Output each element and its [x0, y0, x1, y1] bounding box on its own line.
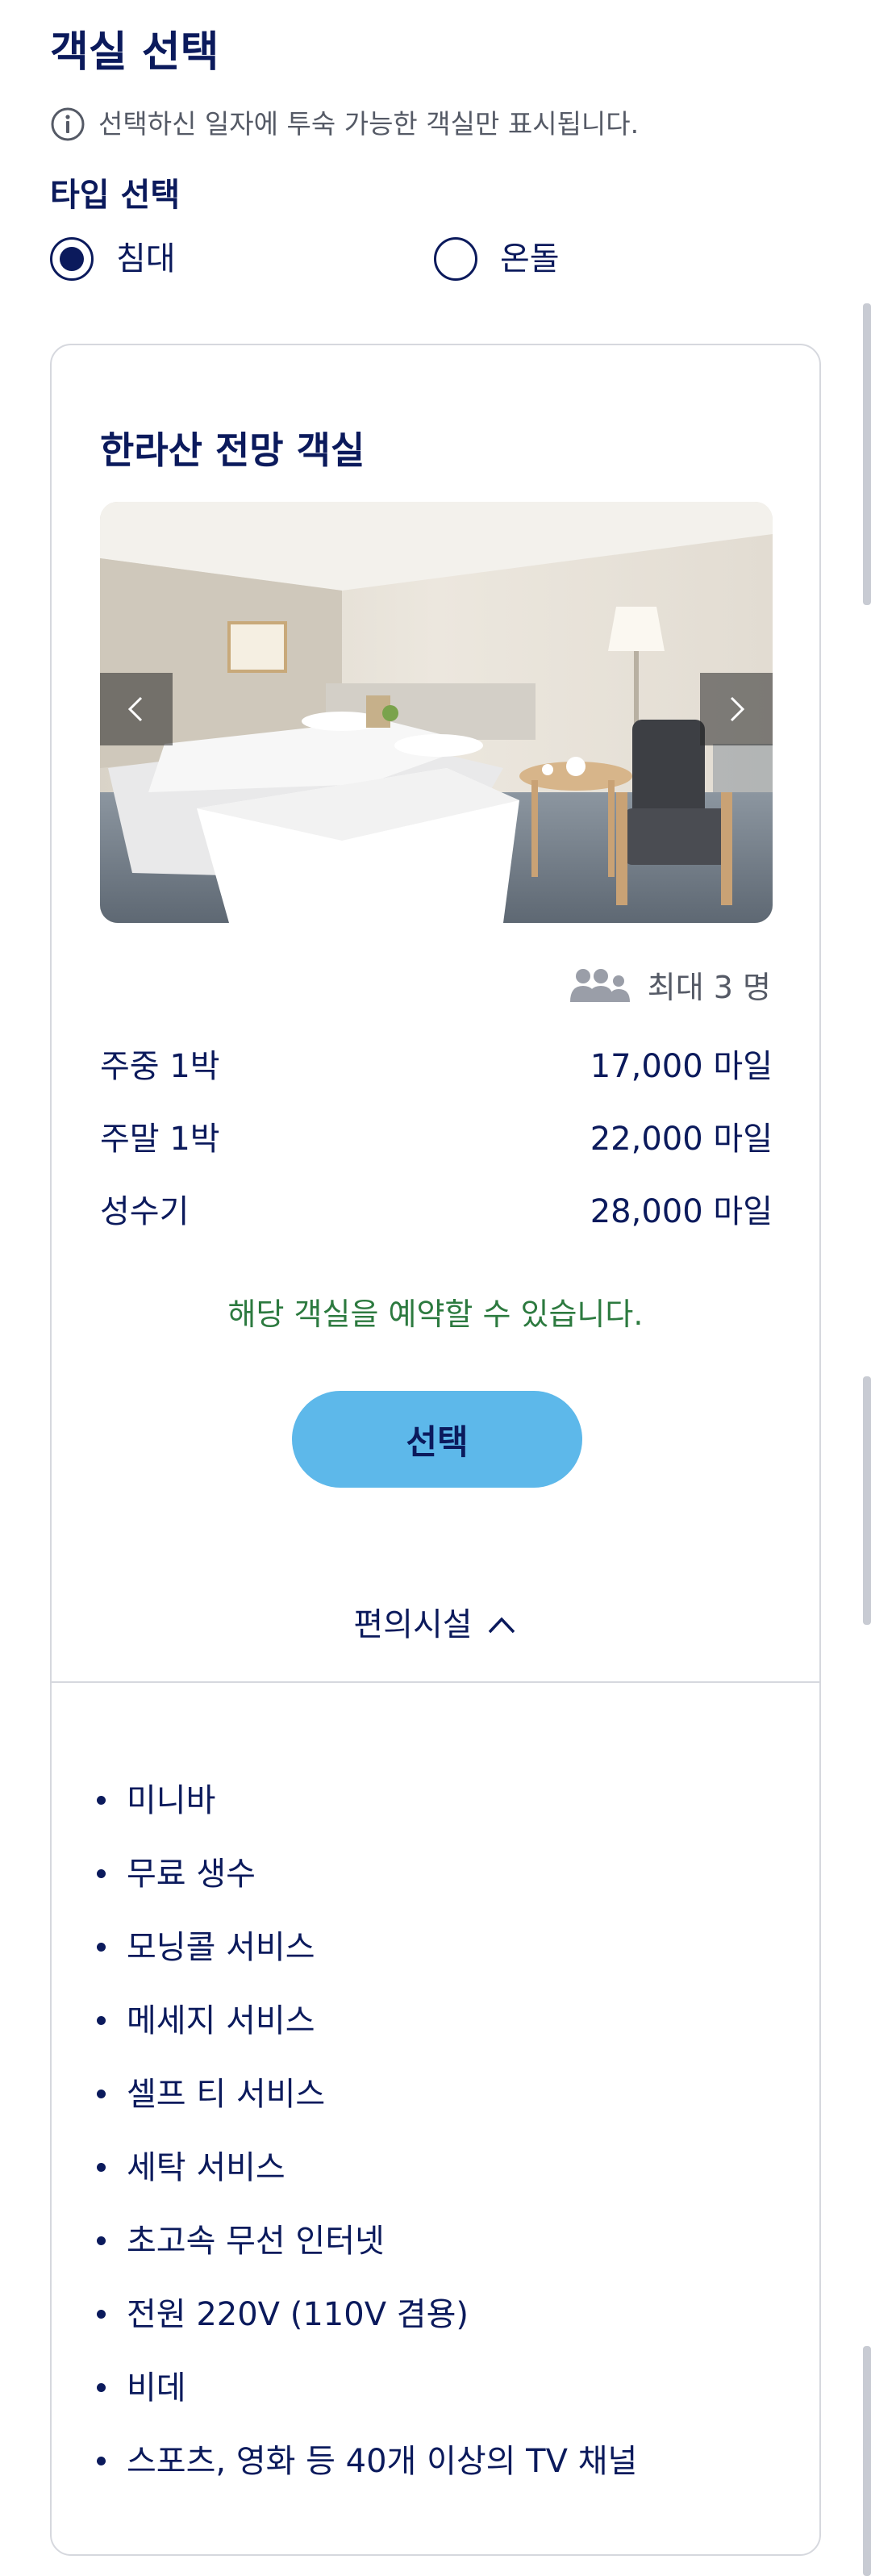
scrollbar-thumb-2[interactable] — [863, 1376, 871, 1625]
scrollbar-thumb-3[interactable] — [863, 2346, 871, 2576]
bullet — [97, 1943, 106, 1952]
capacity: 최대 3 명 — [569, 967, 771, 1008]
amenity-label: 미니바 — [127, 1781, 216, 1819]
price-row-weekday: 주중 1박 17,000 마일 — [100, 1046, 773, 1088]
price-label: 주말 1박 — [100, 1121, 220, 1158]
bullet — [97, 2383, 106, 2392]
chevron-right-icon — [730, 696, 745, 722]
radio-ondol[interactable]: 온돌 — [434, 237, 560, 281]
radio-bed-label: 침대 — [116, 240, 176, 278]
amenity-label: 모닝콜 서비스 — [127, 1928, 315, 1966]
bullet — [97, 2163, 106, 2172]
bullet — [97, 1796, 106, 1805]
list-item: 미니바 — [97, 1764, 637, 1837]
list-item: 메세지 서비스 — [97, 1984, 637, 2057]
bullet — [97, 1869, 106, 1878]
radio-bed-indicator[interactable] — [50, 237, 94, 281]
capacity-text: 최대 3 명 — [647, 970, 771, 1005]
chevron-left-icon — [127, 696, 143, 722]
price-row-weekend: 주말 1박 22,000 마일 — [100, 1118, 773, 1160]
amenity-label: 셀프 티 서비스 — [127, 2075, 326, 2113]
amenities-toggle[interactable]: 편의시설 — [52, 1604, 819, 1646]
select-button[interactable]: 선택 — [292, 1391, 582, 1488]
amenities-list: 미니바 무료 생수 모닝콜 서비스 메세지 서비스 셀프 티 서비스 세탁 서비… — [97, 1764, 637, 2498]
amenity-label: 비데 — [127, 2369, 186, 2407]
list-item: 모닝콜 서비스 — [97, 1910, 637, 1984]
people-icon — [569, 967, 633, 1008]
price-value: 17,000 마일 — [590, 1048, 773, 1085]
price-label: 주중 1박 — [100, 1048, 220, 1085]
room-title: 한라산 전망 객실 — [100, 428, 365, 472]
list-item: 전원 220V (110V 겸용) — [97, 2277, 637, 2351]
price-value: 22,000 마일 — [590, 1121, 773, 1158]
list-item: 스포츠, 영화 등 40개 이상의 TV 채널 — [97, 2424, 637, 2498]
page-title: 객실 선택 — [50, 28, 219, 77]
bullet — [97, 2457, 106, 2465]
amenities-toggle-label: 편의시설 — [353, 1606, 473, 1643]
price-label: 성수기 — [100, 1193, 190, 1230]
price-row-peak: 성수기 28,000 마일 — [100, 1191, 773, 1233]
list-item: 세탁 서비스 — [97, 2131, 637, 2204]
type-select-label: 타입 선택 — [50, 177, 181, 214]
notice: 선택하신 일자에 투숙 가능한 객실만 표시됩니다. — [50, 106, 639, 142]
radio-ondol-indicator[interactable] — [434, 237, 477, 281]
room-photo — [100, 502, 773, 923]
scrollbar-thumb-1[interactable] — [863, 303, 871, 605]
amenity-label: 초고속 무선 인터넷 — [127, 2222, 385, 2260]
price-value: 28,000 마일 — [590, 1193, 773, 1230]
chevron-up-icon — [488, 1617, 515, 1634]
radio-bed[interactable]: 침대 — [50, 237, 176, 281]
amenity-label: 메세지 서비스 — [127, 2002, 315, 2040]
list-item: 비데 — [97, 2351, 637, 2424]
photo-next-button[interactable] — [700, 673, 773, 745]
availability-message: 해당 객실을 예약할 수 있습니다. — [227, 1296, 644, 1332]
list-item: 셀프 티 서비스 — [97, 2057, 637, 2131]
bullet — [97, 2236, 106, 2245]
bullet — [97, 2310, 106, 2319]
amenity-label: 전원 220V (110V 겸용) — [127, 2295, 469, 2333]
room-card: 한라산 전망 객실 최대 3 명 주중 1박 17,000 마일 주말 1박 2… — [50, 344, 821, 2556]
amenity-label: 스포츠, 영화 등 40개 이상의 TV 채널 — [127, 2442, 638, 2480]
list-item: 무료 생수 — [97, 1837, 637, 1910]
amenity-label: 무료 생수 — [127, 1855, 256, 1893]
bullet — [97, 2016, 106, 2025]
info-icon — [50, 106, 85, 142]
bullet — [97, 2090, 106, 2098]
list-item: 초고속 무선 인터넷 — [97, 2204, 637, 2277]
divider — [52, 1681, 819, 1683]
notice-text: 선택하신 일자에 투숙 가능한 객실만 표시됩니다. — [98, 108, 640, 140]
amenity-label: 세탁 서비스 — [127, 2148, 285, 2186]
photo-prev-button[interactable] — [100, 673, 173, 745]
radio-ondol-label: 온돌 — [500, 240, 560, 278]
